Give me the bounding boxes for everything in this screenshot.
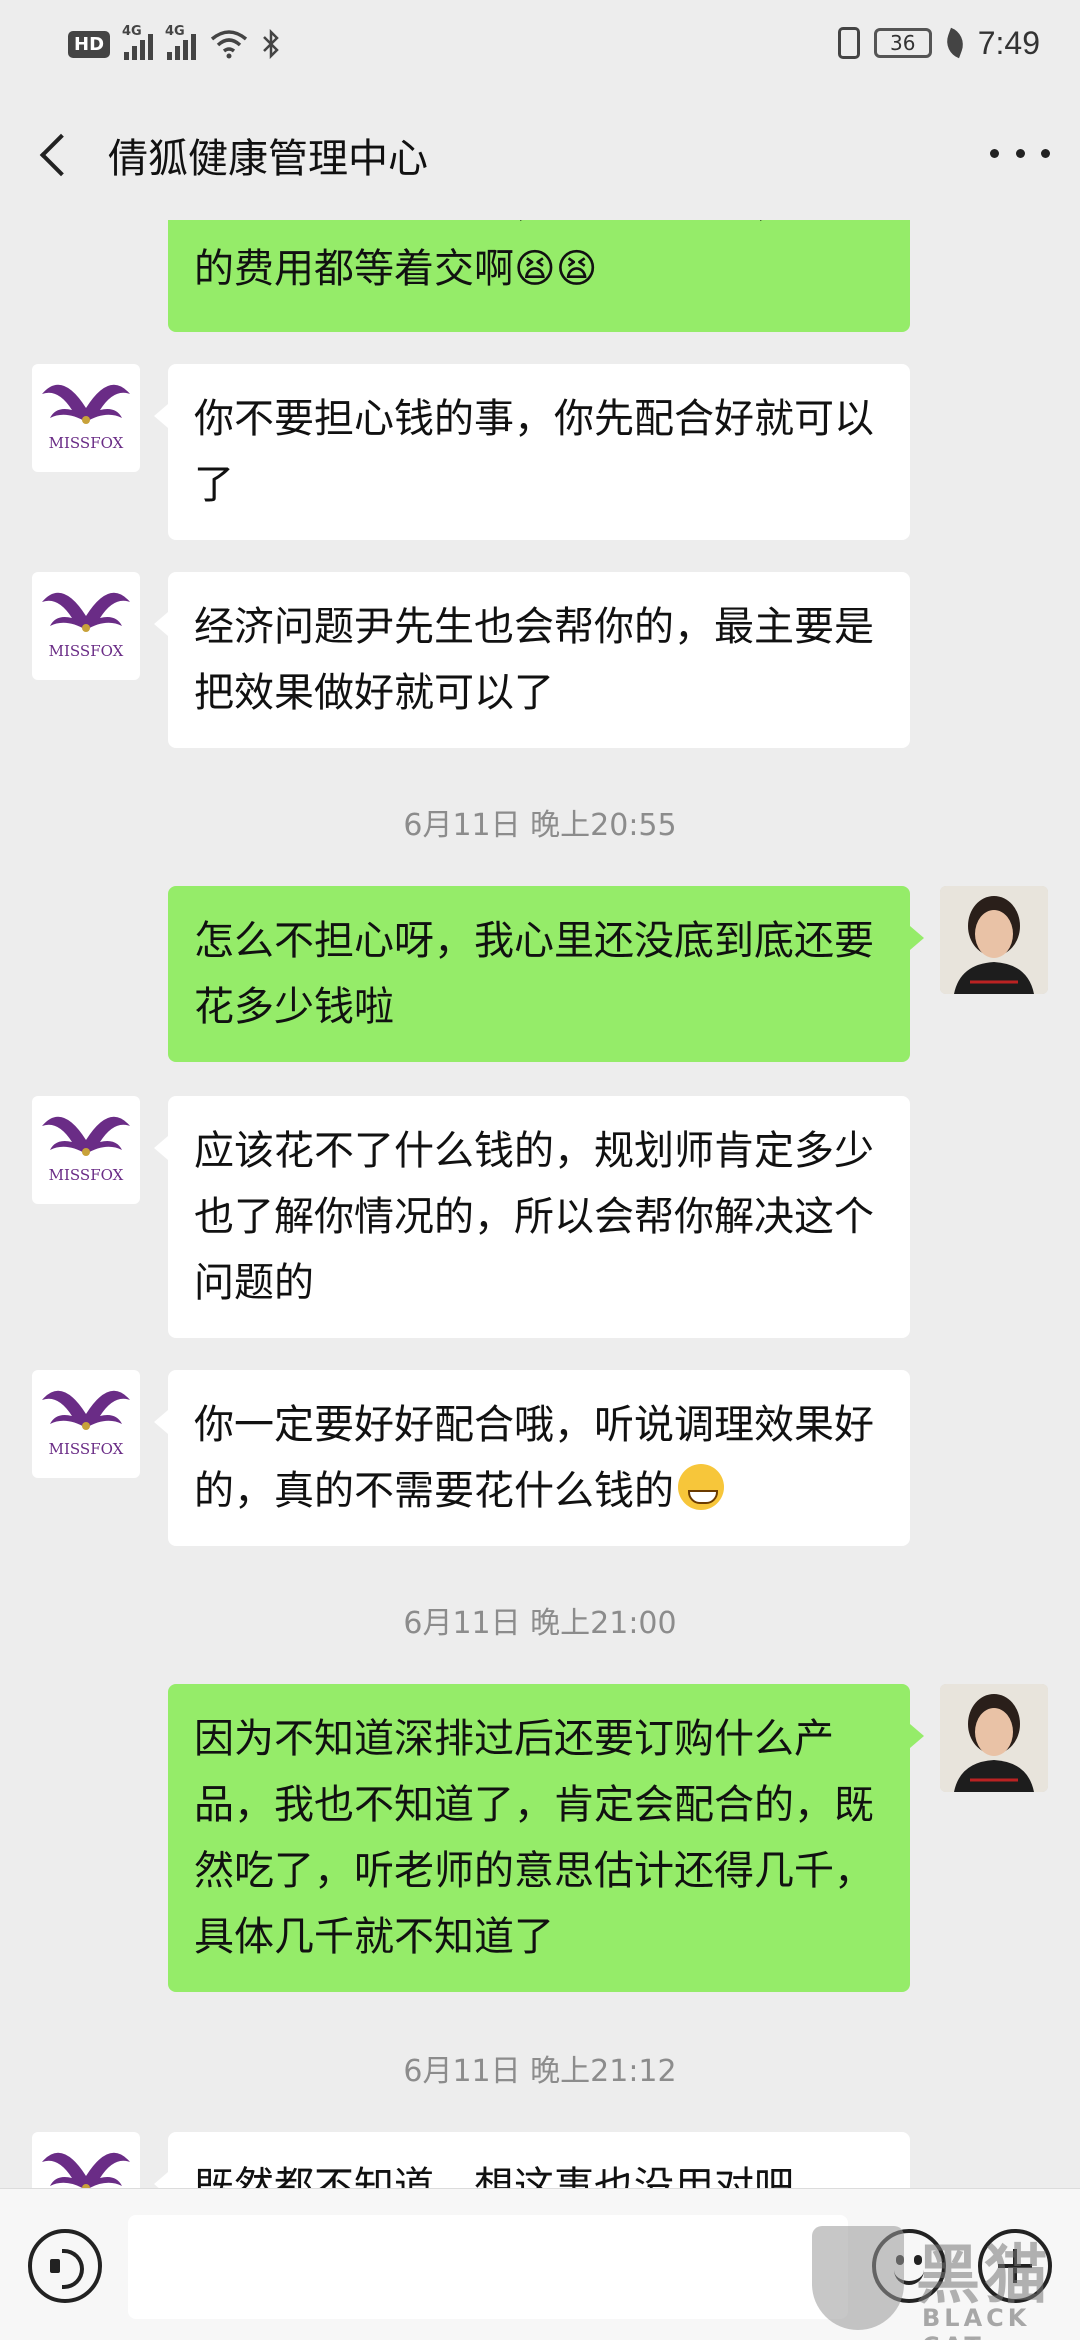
avatar[interactable]: [940, 886, 1048, 994]
message-text: 考虑这段时间吃呀，补习的费用，学校的费用都等着交啊😫😫: [194, 220, 874, 292]
watermark-logo: 黑猫 BLACK CAT: [812, 2218, 1080, 2340]
timestamp: 6月11日 晚上21:00: [403, 1606, 677, 1641]
message-text: 你不要担心钱的事，你先配合好就可以了: [194, 396, 874, 508]
message-bubble[interactable]: 你不要担心钱的事，你先配合好就可以了: [154, 364, 910, 540]
avatar[interactable]: MISSFOX: [32, 364, 140, 472]
svg-text:MISSFOX: MISSFOX: [49, 434, 124, 452]
message-bubble[interactable]: 既然都不知道，想这事也没用对吧: [154, 2132, 910, 2188]
signal-icon: 4G: [165, 24, 197, 60]
message-bubble[interactable]: 考虑这段时间吃呀，补习的费用，学校的费用都等着交啊😫😫: [168, 220, 910, 332]
grin-emoji-icon: [678, 1464, 724, 1510]
avatar[interactable]: [940, 1684, 1048, 1792]
message-bubble[interactable]: 你一定要好好配合哦，听说调理效果好的，真的不需要花什么钱的: [154, 1370, 910, 1546]
message-bubble[interactable]: 经济问题尹先生也会帮你的，最主要是把效果做好就可以了: [154, 572, 910, 748]
voice-input-icon[interactable]: [28, 2229, 102, 2303]
hd-badge: HD: [68, 30, 111, 58]
avatar[interactable]: MISSFOX: [32, 1096, 140, 1204]
message-input[interactable]: [128, 2215, 848, 2319]
power-saving-icon: [941, 27, 968, 59]
chat-title: 倩狐健康管理中心: [108, 136, 428, 182]
timestamp: 6月11日 晚上20:55: [403, 808, 677, 843]
message-text: 你一定要好好配合哦，听说调理效果好的，真的不需要花什么钱的: [194, 1402, 874, 1514]
svg-text:MISSFOX: MISSFOX: [49, 1166, 124, 1184]
battery-icon: 36: [873, 28, 932, 58]
more-options-icon[interactable]: [990, 138, 1050, 168]
avatar[interactable]: MISSFOX: [32, 2132, 140, 2188]
back-arrow-icon[interactable]: [26, 124, 86, 184]
svg-text:MISSFOX: MISSFOX: [49, 642, 124, 660]
vibrate-icon: [837, 27, 860, 59]
bluetooth-icon: [263, 29, 279, 59]
signal-icon: 4G: [122, 24, 154, 60]
status-bar: HD 4G 4G 36 7:49: [0, 0, 1080, 88]
message-text: 因为不知道深排过后还要订购什么产品，我也不知道了，肯定会配合的，既然吃了，听老师…: [194, 1716, 874, 1960]
svg-text:MISSFOX: MISSFOX: [49, 1440, 124, 1458]
chat-header: 倩狐健康管理中心: [0, 88, 1080, 220]
message-text: 既然都不知道，想这事也没用对吧: [194, 2164, 794, 2188]
message-bubble[interactable]: 应该花不了什么钱的，规划师肯定多少也了解你情况的，所以会帮你解决这个问题的: [154, 1096, 910, 1338]
message-text: 经济问题尹先生也会帮你的，最主要是把效果做好就可以了: [194, 604, 874, 716]
message-text: 怎么不担心呀，我心里还没底到底还要花多少钱啦: [194, 918, 874, 1030]
message-list[interactable]: 考虑这段时间吃呀，补习的费用，学校的费用都等着交啊😫😫 MISSFOX 你不要担…: [0, 220, 1080, 2188]
message-bubble[interactable]: 怎么不担心呀，我心里还没底到底还要花多少钱啦: [168, 886, 924, 1062]
clock: 7:49: [977, 24, 1040, 61]
avatar[interactable]: MISSFOX: [32, 1370, 140, 1478]
avatar[interactable]: MISSFOX: [32, 572, 140, 680]
message-bubble[interactable]: 因为不知道深排过后还要订购什么产品，我也不知道了，肯定会配合的，既然吃了，听老师…: [168, 1684, 924, 1992]
timestamp: 6月11日 晚上21:12: [403, 2054, 677, 2089]
message-text: 应该花不了什么钱的，规划师肯定多少也了解你情况的，所以会帮你解决这个问题的: [194, 1128, 874, 1306]
wifi-icon: [210, 30, 248, 59]
